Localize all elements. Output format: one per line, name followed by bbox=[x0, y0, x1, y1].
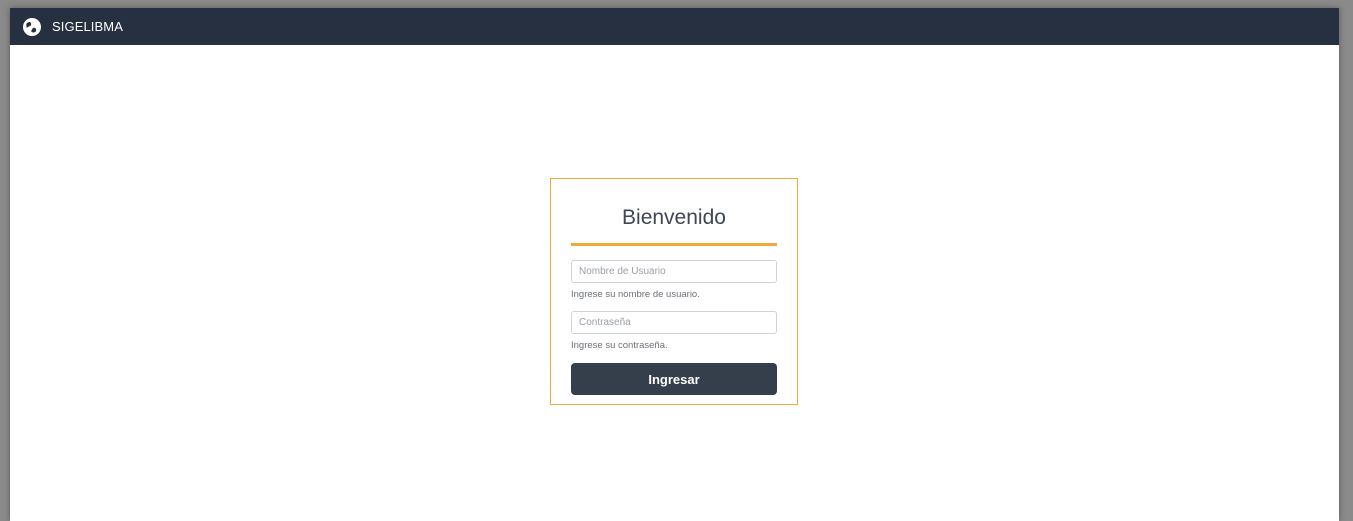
top-navbar: SIGELIBMA bbox=[10, 8, 1339, 45]
username-input[interactable] bbox=[571, 260, 777, 283]
globe-logo-icon[interactable] bbox=[22, 17, 42, 37]
login-card: Bienvenido Ingrese su nombre de usuario.… bbox=[550, 178, 798, 405]
title-divider bbox=[571, 243, 777, 246]
password-help-text: Ingrese su contraseña. bbox=[571, 340, 668, 351]
username-help-text: Ingrese su nombre de usuario. bbox=[571, 289, 700, 300]
app-window: SIGELIBMA Bienvenido Ingrese su nombre d… bbox=[10, 8, 1339, 521]
password-input[interactable] bbox=[571, 311, 777, 334]
login-button[interactable]: Ingresar bbox=[571, 363, 777, 395]
login-title: Bienvenido bbox=[622, 206, 726, 229]
brand-name[interactable]: SIGELIBMA bbox=[52, 19, 123, 34]
